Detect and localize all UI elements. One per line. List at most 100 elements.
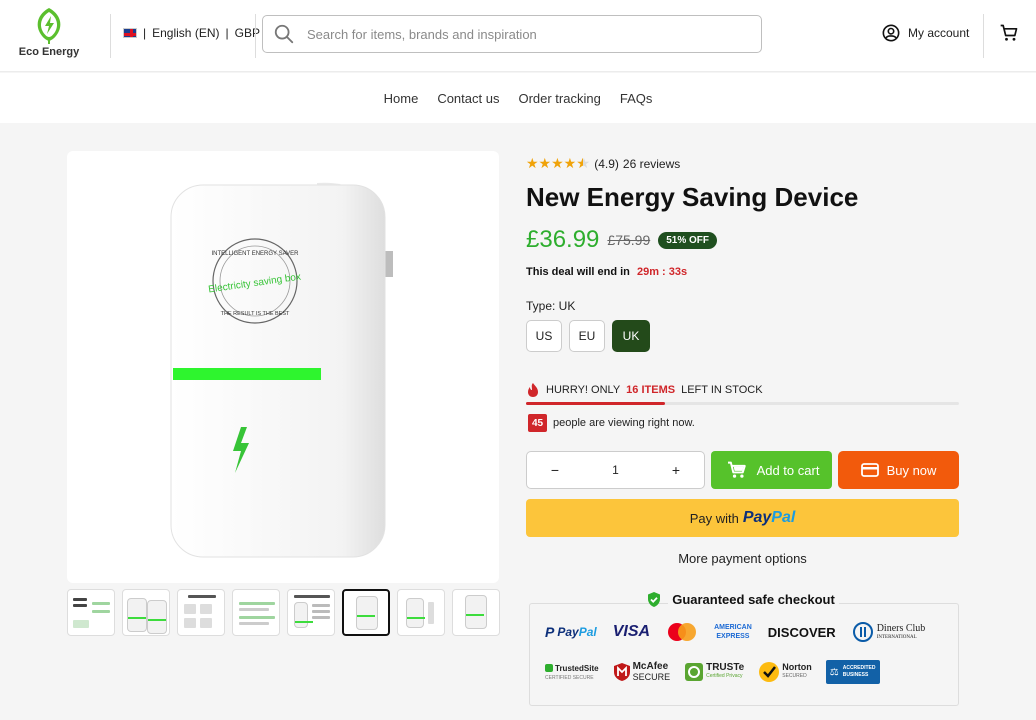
rating-stars-icon: ★★★★★★ <box>526 155 591 171</box>
buy-now-button[interactable]: Buy now <box>838 451 959 489</box>
separator: | <box>225 26 229 40</box>
nav-item-contact-us[interactable]: Contact us <box>437 91 499 106</box>
discover-mark: DISCOVER <box>767 624 836 640</box>
header-divider <box>255 14 256 58</box>
diners-mark-1: Diners Club <box>876 622 926 634</box>
product-rating[interactable]: ★★★★★★ (4.9) 26 reviews <box>526 155 680 172</box>
paypal-mark-2: Pal <box>578 625 597 639</box>
header-divider <box>983 14 984 58</box>
thumbnail[interactable] <box>232 589 280 636</box>
buy-now-label: Buy now <box>886 462 937 478</box>
cart-button[interactable] <box>999 23 1019 48</box>
language-currency-selector[interactable]: | English (EN) | GBP <box>123 26 260 40</box>
amex-icon: AMERICAN EXPRESS <box>714 623 752 641</box>
main-navigation: Home Contact us Order tracking FAQs <box>0 73 1036 123</box>
discount-badge: 51% OFF <box>658 231 718 249</box>
paypal-prefix: Pay with <box>689 510 739 526</box>
product-title: New Energy Saving Device <box>526 182 859 212</box>
bbb-accredited-badge: ⚖ ACCREDITED BUSINESS <box>825 660 880 684</box>
trust-badges-row: TrustedSite CERTIFIED SECURE McAfee SECU… <box>545 660 880 684</box>
paypal-mark-1: Pay <box>557 625 579 639</box>
site-header: Eco Energy | English (EN) | GBP My accou… <box>0 0 1036 72</box>
user-circle-icon <box>882 24 900 42</box>
logo-text: Eco Energy <box>18 46 80 58</box>
energy-saver-device-image: INTELLIGENT ENERGY SAVER Electricity sav… <box>170 182 393 558</box>
my-account-label: My account <box>908 26 970 40</box>
safe-checkout-heading: Guaranteed safe checkout <box>526 591 959 608</box>
search-icon[interactable] <box>273 23 295 45</box>
nav-item-order-tracking[interactable]: Order tracking <box>518 91 600 106</box>
stock-progress-fill <box>526 402 665 405</box>
product-main-image[interactable]: INTELLIGENT ENERGY SAVER Electricity sav… <box>67 151 499 583</box>
viewers-count-badge: 45 <box>528 414 547 432</box>
variant-selector: US EU UK <box>526 320 650 352</box>
mcafee-badge: McAfee SECURE <box>613 661 671 683</box>
paypal-logo-part-1: Pay <box>742 509 772 526</box>
diners-club-icon: Diners Club INTERNATIONAL <box>852 622 926 642</box>
quantity-increase-button[interactable]: + <box>648 452 704 488</box>
thumbnail[interactable] <box>67 589 115 636</box>
stock-progress-bar <box>526 402 959 405</box>
leaf-icon <box>37 8 61 44</box>
more-payment-options-link[interactable]: More payment options <box>526 551 959 566</box>
add-to-cart-button[interactable]: Add to cart <box>711 451 832 489</box>
quantity-value[interactable]: 1 <box>612 463 619 477</box>
norton-badge: Norton SECURED <box>758 661 812 683</box>
search-bar[interactable] <box>262 15 762 53</box>
cart-icon <box>1000 24 1018 41</box>
thumbnail[interactable] <box>452 589 500 636</box>
safe-checkout-box <box>529 603 959 706</box>
stock-suffix: LEFT IN STOCK <box>681 384 763 396</box>
currency-label: GBP <box>234 26 260 40</box>
nav-item-home[interactable]: Home <box>384 91 419 106</box>
truste-mark-2: Certified Privacy <box>706 673 743 679</box>
credit-card-icon <box>860 463 879 477</box>
payment-logos-row: P Pay Pal VISA AMERICAN EXPRESS DISCOVER … <box>545 622 925 642</box>
variant-option-eu[interactable]: EU <box>569 320 605 352</box>
variant-option-us[interactable]: US <box>526 320 562 352</box>
bbb-mark-1: ACCREDITED <box>842 665 876 671</box>
stock-prefix: HURRY! ONLY <box>546 384 621 396</box>
viewers-text: people are viewing right now. <box>553 417 695 429</box>
paypal-logo-part-2: Pal <box>771 509 796 526</box>
stock-alert: HURRY! ONLY 16 ITEMS LEFT IN STOCK <box>526 382 763 398</box>
paypal-logo: PayPal <box>743 509 795 527</box>
review-count: 26 reviews <box>622 156 681 171</box>
search-input[interactable] <box>307 26 747 42</box>
paypal-button[interactable]: Pay with PayPal <box>526 499 959 537</box>
visa-icon: VISA <box>612 623 651 640</box>
cart-icon <box>728 461 746 478</box>
thumbnail-strip <box>67 589 500 636</box>
thumbnail[interactable] <box>177 589 225 636</box>
thumbnail[interactable] <box>397 589 445 636</box>
trustedsite-mark-2: CERTIFIED SECURE <box>545 674 594 681</box>
variant-label: Type: UK <box>526 299 576 313</box>
device-circle-text-top: INTELLIGENT ENERGY SAVER <box>211 251 299 257</box>
my-account-link[interactable]: My account <box>882 24 969 42</box>
uk-flag-icon <box>123 28 137 38</box>
header-divider <box>110 14 111 58</box>
live-viewers: 45 people are viewing right now. <box>528 414 695 432</box>
discover-icon: DISCOVER <box>768 625 836 640</box>
stock-count: 16 ITEMS <box>626 384 676 396</box>
deal-text: This deal will end in <box>526 266 630 278</box>
add-to-cart-label: Add to cart <box>756 462 820 478</box>
mcafee-mark-1: McAfee <box>632 661 669 672</box>
amex-mark-1: AMERICAN <box>714 624 752 631</box>
nav-item-faqs[interactable]: FAQs <box>620 91 653 106</box>
quantity-decrease-button[interactable]: − <box>527 452 583 488</box>
mastercard-icon <box>666 622 698 642</box>
deal-timer: 29m : 33s <box>636 266 688 278</box>
thumbnail[interactable] <box>122 589 170 636</box>
variant-option-uk[interactable]: UK <box>612 320 650 352</box>
truste-mark-1: TRUSTe <box>706 662 745 673</box>
device-circle-text-bottom: THE RESULT IS THE BEST <box>221 311 290 317</box>
thumbnail-active[interactable] <box>342 589 390 636</box>
trustedsite-badge: TrustedSite CERTIFIED SECURE <box>545 664 599 681</box>
compare-at-price: £75.99 <box>607 232 651 248</box>
eco-energy-logo[interactable]: Eco Energy <box>12 6 86 66</box>
mcafee-mark-2: SECURE <box>632 672 671 682</box>
thumbnail[interactable] <box>287 589 335 636</box>
quantity-stepper: − 1 + <box>526 451 705 489</box>
trustedsite-mark-1: TrustedSite <box>555 663 599 673</box>
